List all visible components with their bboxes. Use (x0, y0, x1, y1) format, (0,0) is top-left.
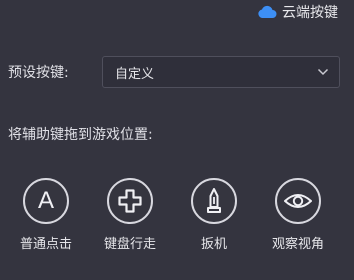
key-label: 普通点击 (19, 237, 72, 252)
eye-icon (275, 178, 321, 224)
cloud-keys-link[interactable]: 云端按键 (257, 2, 338, 22)
drag-hint: 将辅助键拖到游戏位置: (8, 127, 153, 143)
key-keyboard-walk[interactable]: 键盘行走 (90, 178, 170, 252)
preset-label: 预设按键: (8, 65, 69, 81)
key-trigger[interactable]: 扳机 (174, 178, 254, 252)
dpad-icon (107, 178, 153, 224)
key-label: 键盘行走 (103, 237, 156, 252)
cloud-keys-label: 云端按键 (282, 5, 338, 21)
key-label: 观察视角 (271, 237, 324, 252)
preset-select-value: 自定义 (115, 66, 155, 82)
letter-a-icon: A (23, 178, 69, 224)
key-observe-view[interactable]: 观察视角 (258, 178, 338, 252)
key-normal-click[interactable]: A 普通点击 (6, 178, 86, 252)
chevron-down-icon (317, 68, 329, 76)
key-glyph: A (37, 187, 54, 214)
trigger-icon (191, 178, 237, 224)
preset-row: 预设按键: 自定义 (8, 56, 340, 88)
key-label: 扳机 (200, 237, 227, 252)
preset-select[interactable]: 自定义 (102, 56, 340, 88)
cloud-icon (258, 5, 277, 19)
